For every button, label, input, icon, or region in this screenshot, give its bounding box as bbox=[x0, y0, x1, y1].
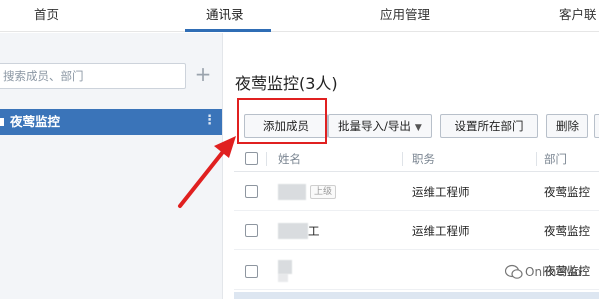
nav-item-app-management[interactable]: 应用管理 bbox=[380, 0, 430, 32]
blurred-name bbox=[278, 184, 306, 200]
tree-node-icon bbox=[0, 118, 4, 126]
sidebar: 搜索成员、部门 + 夜莺监控 ⋮ bbox=[0, 33, 223, 299]
member-title: 运维工程师 bbox=[412, 224, 470, 238]
table-row[interactable]: 上级 运维工程师 夜莺监控 bbox=[234, 173, 599, 211]
table-footer-band bbox=[234, 292, 599, 299]
nav-item-home[interactable]: 首页 bbox=[34, 0, 59, 32]
delete-button[interactable]: 删除 bbox=[546, 114, 588, 138]
caret-down-icon: ▼ bbox=[414, 123, 422, 133]
search-input[interactable]: 搜索成员、部门 bbox=[0, 63, 186, 89]
nav-item-contacts[interactable]: 通讯录 bbox=[206, 0, 244, 32]
table-row[interactable]: 工 运维工程师 夜莺监控 bbox=[234, 212, 599, 250]
superior-tag: 上级 bbox=[310, 185, 337, 199]
column-header-title[interactable]: 职务 bbox=[412, 146, 435, 172]
member-department: 夜莺监控 bbox=[544, 185, 590, 199]
row-checkbox[interactable] bbox=[245, 185, 258, 198]
blurred-name bbox=[278, 223, 308, 239]
delete-label: 删除 bbox=[556, 119, 579, 133]
set-department-button[interactable]: 设置所在部门 bbox=[440, 114, 538, 138]
member-name-suffix: 工 bbox=[308, 224, 320, 238]
column-divider bbox=[266, 152, 267, 166]
column-divider bbox=[402, 152, 403, 166]
nav-active-indicator bbox=[185, 29, 271, 32]
select-all-checkbox[interactable] bbox=[245, 152, 258, 165]
member-department: 夜莺监控 bbox=[544, 224, 590, 238]
more-options-icon[interactable]: ⋮ bbox=[203, 109, 216, 135]
more-button[interactable] bbox=[594, 114, 599, 138]
column-divider bbox=[536, 152, 537, 166]
sidebar-item-label: 夜莺监控 bbox=[10, 114, 61, 129]
page-title: 夜莺监控(3人) bbox=[235, 74, 338, 93]
highlight-annotation-box bbox=[237, 98, 327, 144]
member-title: 运维工程师 bbox=[412, 185, 470, 199]
watermark-text: OnlineMo bbox=[525, 265, 582, 279]
member-table-header: 姓名 职务 部门 bbox=[234, 146, 599, 172]
add-department-button[interactable]: + bbox=[194, 63, 212, 87]
top-nav: 首页 通讯录 应用管理 客户联 bbox=[0, 0, 599, 32]
row-checkbox[interactable] bbox=[245, 265, 258, 278]
sidebar-item-department[interactable]: 夜莺监控 ⋮ bbox=[0, 109, 222, 135]
blurred-name bbox=[278, 274, 288, 282]
set-department-label: 设置所在部门 bbox=[454, 119, 524, 133]
column-header-name[interactable]: 姓名 bbox=[278, 146, 301, 172]
batch-import-export-label: 批量导入/导出 bbox=[338, 119, 411, 133]
search-placeholder: 搜索成员、部门 bbox=[3, 69, 84, 83]
chat-bubble-icon bbox=[505, 264, 523, 279]
column-header-department[interactable]: 部门 bbox=[544, 146, 567, 172]
batch-import-export-dropdown[interactable]: 批量导入/导出 ▼ bbox=[328, 114, 432, 138]
nav-item-customer[interactable]: 客户联 bbox=[559, 0, 597, 32]
blurred-name bbox=[278, 260, 292, 274]
row-checkbox[interactable] bbox=[245, 224, 258, 237]
